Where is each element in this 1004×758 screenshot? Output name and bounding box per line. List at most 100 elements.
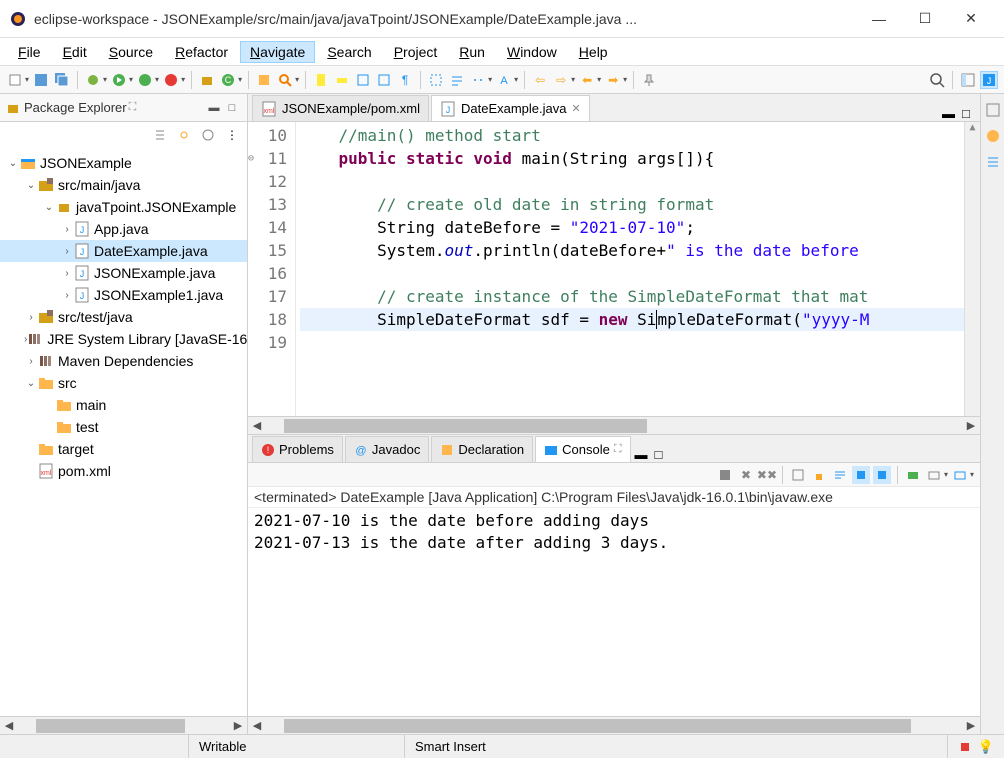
tree-item[interactable]: ›JDateExample.java <box>0 240 247 262</box>
tree-item[interactable]: xmlpom.xml <box>0 460 247 482</box>
tree-item[interactable]: ›JJSONExample.java <box>0 262 247 284</box>
console-output[interactable]: 2021-07-10 is the date before adding day… <box>248 508 980 716</box>
bulb-icon[interactable]: 💡 <box>978 739 994 755</box>
menu-file[interactable]: File <box>8 41 51 63</box>
console-hscroll[interactable]: ◀▶ <box>248 716 980 734</box>
tree-item[interactable]: ⌄src/main/java <box>0 174 247 196</box>
menu-refactor[interactable]: Refactor <box>165 41 238 63</box>
menu-help[interactable]: Help <box>569 41 618 63</box>
outline2-trim-icon[interactable] <box>985 154 1001 170</box>
bottom-tab-console[interactable]: Console ⛶ <box>535 436 630 462</box>
remove-launch-icon[interactable]: ✖ <box>737 466 755 484</box>
editor-tab[interactable]: xmlJSONExample/pom.xml <box>252 95 429 121</box>
svg-text:J: J <box>80 269 85 279</box>
menu-navigate[interactable]: Navigate <box>240 41 315 63</box>
new-console-icon[interactable] <box>951 466 969 484</box>
word-wrap-icon[interactable] <box>448 71 466 89</box>
save-all-icon[interactable] <box>53 71 71 89</box>
menu-search[interactable]: Search <box>317 41 381 63</box>
editor-maximize-icon[interactable]: □ <box>962 106 980 121</box>
toggle-highlight-icon[interactable] <box>333 71 351 89</box>
toggle-block-icon[interactable] <box>354 71 372 89</box>
nav-back-icon[interactable]: ⬅ <box>578 71 596 89</box>
editor-minimize-icon[interactable]: ▬ <box>942 106 960 121</box>
back-icon[interactable]: ⇦ <box>531 71 549 89</box>
tree-item[interactable]: ⌄javaTpoint.JSONExample <box>0 196 247 218</box>
collapse-all-icon[interactable] <box>151 126 169 144</box>
java-perspective-icon[interactable]: J <box>980 71 998 89</box>
pin-icon[interactable] <box>640 71 658 89</box>
editor-vscroll[interactable]: ▲ <box>964 122 980 416</box>
tree-item[interactable]: ›JJSONExample1.java <box>0 284 247 306</box>
toggle-mark-icon[interactable] <box>312 71 330 89</box>
bottom-tab-declaration[interactable]: Declaration <box>431 436 533 462</box>
bv-minimize-icon[interactable]: ▬ <box>635 447 653 462</box>
tree-item[interactable]: ›Maven Dependencies <box>0 350 247 372</box>
close-tab-icon[interactable]: ✕ <box>571 102 580 115</box>
open-type-icon[interactable] <box>255 71 273 89</box>
task-trim-icon[interactable] <box>985 128 1001 144</box>
menu-edit[interactable]: Edit <box>53 41 97 63</box>
show-whitespace-icon[interactable] <box>469 71 487 89</box>
menu-source[interactable]: Source <box>99 41 163 63</box>
tree-item[interactable]: ›JApp.java <box>0 218 247 240</box>
tip-icon[interactable] <box>958 740 972 754</box>
display-console-icon[interactable] <box>925 466 943 484</box>
editor-tab[interactable]: JDateExample.java✕ <box>431 95 590 121</box>
scroll-lock-icon[interactable] <box>810 466 828 484</box>
view-menu-icon[interactable]: ⋮ <box>223 126 241 144</box>
perspective-open-icon[interactable] <box>959 71 977 89</box>
link-editor-icon[interactable] <box>175 126 193 144</box>
tree-item[interactable]: ›src/test/java <box>0 306 247 328</box>
minimize-button[interactable]: — <box>856 4 902 34</box>
editor-hscroll[interactable]: ◀▶ <box>248 416 980 434</box>
word-wrap-console-icon[interactable] <box>831 466 849 484</box>
minimize-view-icon[interactable]: ▬ <box>205 100 223 116</box>
new-icon[interactable] <box>6 71 24 89</box>
statusbar: Writable Smart Insert 💡 <box>0 734 1004 758</box>
package-explorer-tree[interactable]: ⌄JSONExample⌄src/main/java⌄javaTpoint.JS… <box>0 148 247 716</box>
menu-project[interactable]: Project <box>384 41 448 63</box>
tree-item[interactable]: ⌄JSONExample <box>0 152 247 174</box>
rect-select-icon[interactable] <box>427 71 445 89</box>
run-icon[interactable] <box>110 71 128 89</box>
editor-gutter[interactable]: 10⊖111213141516171819 <box>248 122 296 416</box>
menu-window[interactable]: Window <box>497 41 567 63</box>
pilcrow-icon[interactable]: ¶ <box>396 71 414 89</box>
remove-all-icon[interactable]: ✖✖ <box>758 466 776 484</box>
maximize-view-icon[interactable]: □ <box>223 100 241 116</box>
pe-hscroll[interactable]: ◀▶ <box>0 716 247 734</box>
bottom-tab-problems[interactable]: !Problems <box>252 436 343 462</box>
tree-item[interactable]: ›JRE System Library [JavaSE-16] <box>0 328 247 350</box>
new-class-icon[interactable]: C <box>219 71 237 89</box>
forward-icon[interactable]: ⇨ <box>552 71 570 89</box>
close-button[interactable]: ✕ <box>948 4 994 34</box>
editor-body[interactable]: 10⊖111213141516171819 //main() method st… <box>248 122 980 416</box>
pin-console-icon[interactable] <box>852 466 870 484</box>
text-style-icon[interactable]: A <box>495 71 513 89</box>
tree-item[interactable]: target <box>0 438 247 460</box>
clear-console-icon[interactable] <box>789 466 807 484</box>
focus-task-icon[interactable] <box>199 126 217 144</box>
search-icon[interactable] <box>276 71 294 89</box>
bottom-tab-javadoc[interactable]: @Javadoc <box>345 436 429 462</box>
editor-code[interactable]: //main() method start public static void… <box>296 122 980 416</box>
toggle-whitespace-icon[interactable] <box>375 71 393 89</box>
open-console-icon[interactable] <box>904 466 922 484</box>
nav-fwd-icon[interactable]: ➡ <box>604 71 622 89</box>
terminate-icon[interactable] <box>716 466 734 484</box>
save-icon[interactable] <box>32 71 50 89</box>
bv-maximize-icon[interactable]: □ <box>655 447 673 462</box>
debug-icon[interactable] <box>84 71 102 89</box>
new-package-icon[interactable] <box>198 71 216 89</box>
tree-item[interactable]: test <box>0 416 247 438</box>
menu-run[interactable]: Run <box>449 41 495 63</box>
coverage-icon[interactable] <box>136 71 154 89</box>
quick-access-icon[interactable] <box>928 71 946 89</box>
show-console-icon[interactable] <box>873 466 891 484</box>
tree-item[interactable]: main <box>0 394 247 416</box>
ext-tools-icon[interactable] <box>162 71 180 89</box>
outline-trim-icon[interactable] <box>985 102 1001 118</box>
maximize-button[interactable]: ☐ <box>902 4 948 34</box>
tree-item[interactable]: ⌄src <box>0 372 247 394</box>
